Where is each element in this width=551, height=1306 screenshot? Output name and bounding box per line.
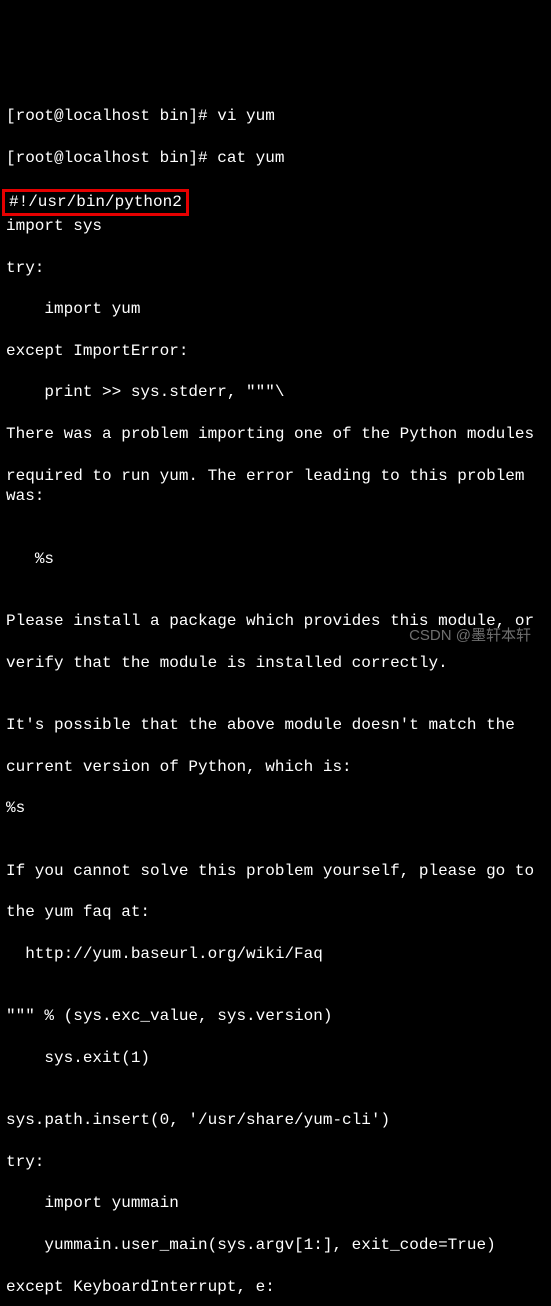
code-line: sys.exit(1) xyxy=(6,1048,545,1069)
code-line: import sys xyxy=(6,216,545,237)
code-line: %s xyxy=(6,549,545,570)
code-line: sys.path.insert(0, '/usr/share/yum-cli') xyxy=(6,1110,545,1131)
code-line: verify that the module is installed corr… xyxy=(6,653,545,674)
code-line: try: xyxy=(6,258,545,279)
shebang-highlight: #!/usr/bin/python2 xyxy=(2,189,189,216)
prompt-line-cat: [root@localhost bin]# cat yum xyxy=(6,148,545,169)
code-line: """ % (sys.exc_value, sys.version) xyxy=(6,1006,545,1027)
code-line: try: xyxy=(6,1152,545,1173)
code-line: There was a problem importing one of the… xyxy=(6,424,545,445)
code-line: print >> sys.stderr, """\ xyxy=(6,382,545,403)
code-line: the yum faq at: xyxy=(6,902,545,923)
code-line: required to run yum. The error leading t… xyxy=(6,466,545,508)
terminal-output[interactable]: [root@localhost bin]# vi yum [root@local… xyxy=(0,83,551,1306)
code-line: http://yum.baseurl.org/wiki/Faq xyxy=(6,944,545,965)
prompt-line-vi: [root@localhost bin]# vi yum xyxy=(6,106,545,127)
code-line: It's possible that the above module does… xyxy=(6,715,545,736)
code-line: %s xyxy=(6,798,545,819)
code-line: Please install a package which provides … xyxy=(6,611,545,632)
code-line: If you cannot solve this problem yoursel… xyxy=(6,861,545,882)
code-line: except KeyboardInterrupt, e: xyxy=(6,1277,545,1298)
code-line: except ImportError: xyxy=(6,341,545,362)
code-line: import yummain xyxy=(6,1193,545,1214)
code-line: current version of Python, which is: xyxy=(6,757,545,778)
shebang-line: #!/usr/bin/python2 xyxy=(9,193,182,211)
code-line: import yum xyxy=(6,299,545,320)
code-line: yummain.user_main(sys.argv[1:], exit_cod… xyxy=(6,1235,545,1256)
